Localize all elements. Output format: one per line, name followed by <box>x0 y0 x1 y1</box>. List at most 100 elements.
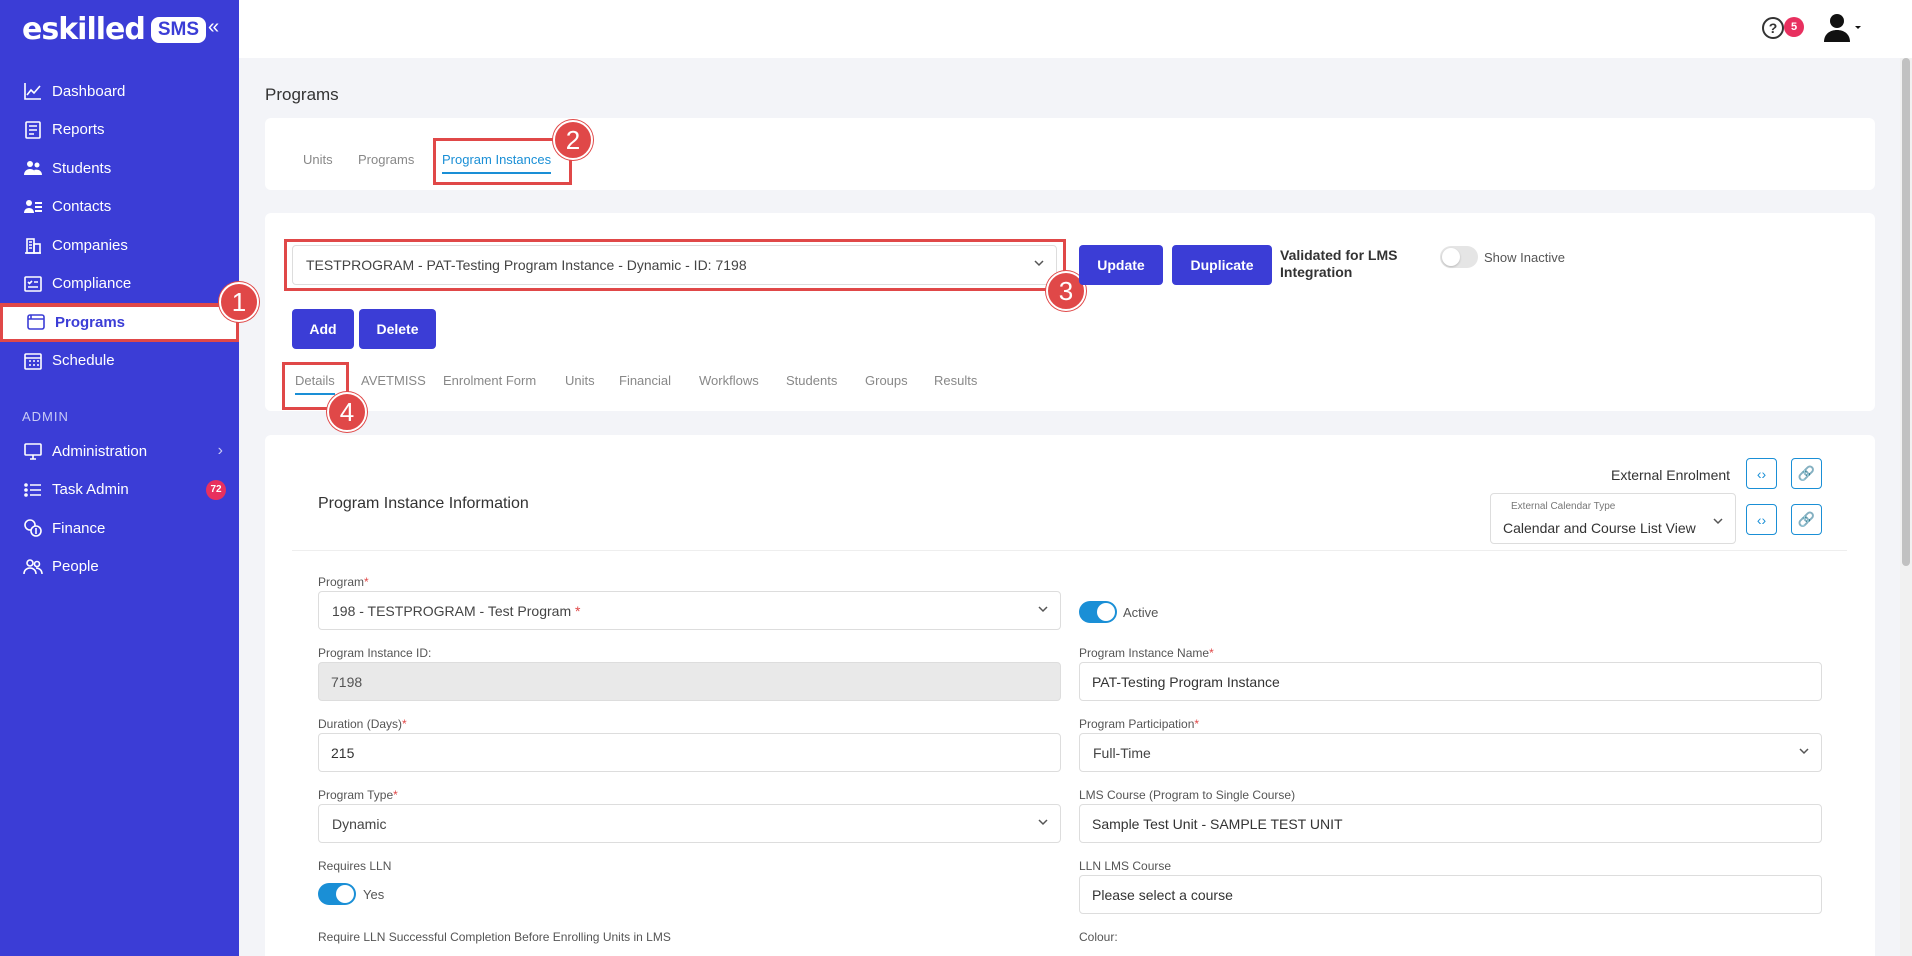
lln-lms-course-input[interactable]: Please select a course <box>1079 875 1822 914</box>
chevron-down-icon <box>1713 518 1723 525</box>
program-tabs-card: Units Programs Program Instances <box>265 118 1875 190</box>
page-title: Programs <box>265 85 339 104</box>
scrollbar-thumb[interactable] <box>1902 58 1910 566</box>
chevron-down-icon <box>1034 260 1044 267</box>
sidebar-item-task-admin[interactable]: Task Admin 72 <box>0 471 239 510</box>
program-instance-select-value: TESTPROGRAM - PAT-Testing Program Instan… <box>306 257 747 273</box>
calendar-embed-code-button[interactable]: ‹› <box>1746 504 1777 535</box>
sidebar-item-companies[interactable]: Companies <box>0 226 239 265</box>
instance-id-field: 7198 <box>318 662 1061 701</box>
sidebar-item-people[interactable]: People <box>0 548 239 587</box>
admin-section-label: ADMIN <box>22 408 69 424</box>
lms-course-input[interactable]: Sample Test Unit - SAMPLE TEST UNIT <box>1079 804 1822 843</box>
requires-lln-label: Requires LLN <box>318 859 392 873</box>
sidebar-item-label: Dashboard <box>52 82 126 100</box>
building-icon <box>22 234 44 256</box>
list-icon <box>22 479 44 501</box>
active-label: Active <box>1123 605 1159 620</box>
tab-programs[interactable]: Programs <box>358 152 414 167</box>
tab-workflows[interactable]: Workflows <box>699 373 759 388</box>
step-marker-1: 1 <box>219 282 259 322</box>
students-icon <box>22 157 44 179</box>
chevron-down-icon <box>1038 819 1048 826</box>
required-mark: * <box>575 602 581 619</box>
tab-program-instances[interactable]: Program Instances <box>442 152 552 174</box>
sidebar-item-schedule[interactable]: Schedule <box>0 342 239 381</box>
add-button[interactable]: Add <box>292 309 354 349</box>
link-icon: 🔗 <box>1797 465 1816 481</box>
program-type-select[interactable]: Dynamic <box>318 804 1061 843</box>
tab-groups[interactable]: Groups <box>865 373 908 388</box>
instance-name-label: Program Instance Name* <box>1079 646 1214 660</box>
program-instance-select[interactable]: TESTPROGRAM - PAT-Testing Program Instan… <box>292 245 1057 285</box>
user-menu-icon[interactable] <box>1822 12 1862 44</box>
program-select[interactable]: 198 - TESTPROGRAM - Test Program * <box>318 591 1061 630</box>
embed-code-button[interactable]: ‹› <box>1746 458 1777 489</box>
help-icon[interactable]: ? <box>1762 17 1784 39</box>
sidebar-item-programs[interactable]: Programs <box>0 303 239 342</box>
sidebar-item-finance[interactable]: Finance <box>0 509 239 548</box>
coins-icon <box>22 517 44 539</box>
copy-link-button[interactable]: 🔗 <box>1791 458 1822 489</box>
requires-lln-value: Yes <box>363 887 385 902</box>
tab-units[interactable]: Units <box>303 152 333 167</box>
tab-enrolment-form[interactable]: Enrolment Form <box>443 373 536 388</box>
tab-results[interactable]: Results <box>934 373 977 388</box>
tab-details[interactable]: Details <box>295 373 335 395</box>
sidebar-item-compliance[interactable]: Compliance <box>0 265 239 304</box>
instance-name-input[interactable]: PAT-Testing Program Instance <box>1079 662 1822 701</box>
step-marker-2: 2 <box>553 120 593 160</box>
sidebar-item-reports[interactable]: Reports <box>0 111 239 150</box>
sidebar-item-label: Finance <box>52 519 106 537</box>
sidebar-item-contacts[interactable]: Contacts <box>0 188 239 227</box>
tab-avetmiss[interactable]: AVETMISS <box>361 373 426 388</box>
sidebar-nav: Dashboard Reports Students Contacts Comp… <box>0 72 239 586</box>
calendar-type-value: Calendar and Course List View <box>1503 520 1696 536</box>
sidebar-item-label: Compliance <box>52 275 132 293</box>
checklist-icon <box>22 273 44 295</box>
logo[interactable]: eskilled SMS <box>22 12 207 47</box>
sidebar-item-label: People <box>52 558 99 576</box>
chevron-down-icon <box>1799 748 1809 755</box>
delete-button[interactable]: Delete <box>359 309 436 349</box>
logo-badge: SMS <box>150 16 207 43</box>
update-button[interactable]: Update <box>1079 245 1163 285</box>
calendar-icon <box>22 350 44 372</box>
task-count-badge: 72 <box>206 479 226 500</box>
sidebar-item-administration[interactable]: Administration › <box>0 432 239 471</box>
participation-label: Program Participation* <box>1079 717 1200 731</box>
sidebar-item-label: Students <box>52 159 112 177</box>
notification-badge: 5 <box>1784 17 1804 37</box>
top-bar: ? 5 <box>239 0 1912 58</box>
calendar-copy-link-button[interactable]: 🔗 <box>1791 504 1822 535</box>
chevron-down-icon <box>1038 606 1048 613</box>
sidebar-item-label: Contacts <box>52 198 112 216</box>
people-icon <box>22 556 44 578</box>
tab-students[interactable]: Students <box>786 373 837 388</box>
external-calendar-type-select[interactable]: External Calendar Type Calendar and Cour… <box>1490 493 1736 544</box>
program-select-value: 198 - TESTPROGRAM - Test Program <box>332 602 572 619</box>
calendar-type-label: External Calendar Type <box>1511 501 1616 512</box>
sidebar-item-label: Schedule <box>52 352 115 370</box>
participation-select[interactable]: Full-Time <box>1079 733 1822 772</box>
sidebar-item-label: Companies <box>52 236 128 254</box>
collapse-sidebar-icon[interactable]: « <box>208 16 219 39</box>
chevron-right-icon: › <box>217 442 223 460</box>
divider <box>292 550 1847 551</box>
duplicate-button[interactable]: Duplicate <box>1172 245 1272 285</box>
external-enrolment-label: External Enrolment <box>1611 467 1731 483</box>
active-toggle[interactable] <box>1079 601 1117 623</box>
sidebar-item-label: Task Admin <box>52 481 129 499</box>
requires-lln-toggle[interactable] <box>318 883 356 905</box>
chart-line-icon <box>22 80 44 102</box>
duration-input[interactable]: 215 <box>318 733 1061 772</box>
section-title: Program Instance Information <box>318 495 529 512</box>
tab-units-detail[interactable]: Units <box>565 373 595 388</box>
sidebar-item-dashboard[interactable]: Dashboard <box>0 72 239 111</box>
tab-financial[interactable]: Financial <box>619 373 671 388</box>
show-inactive-toggle[interactable] <box>1440 246 1478 268</box>
sidebar-item-students[interactable]: Students <box>0 149 239 188</box>
program-type-label: Program Type* <box>318 788 398 802</box>
report-icon <box>22 119 44 141</box>
window-icon <box>25 311 47 333</box>
